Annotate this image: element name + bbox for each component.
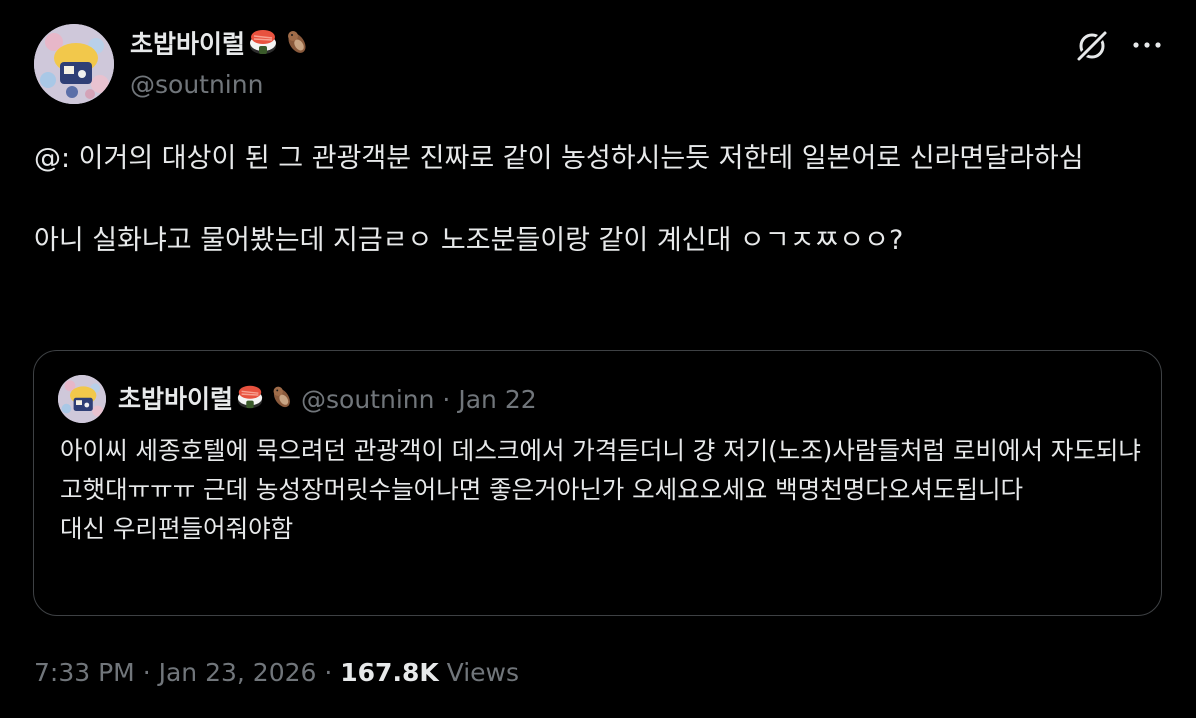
tweet-footer: 7:33 PM · Jan 23, 2026 · 167.8K Views: [34, 656, 519, 690]
quoted-date[interactable]: Jan 22: [458, 385, 536, 414]
quoted-header: 초밥바이럴 @soutninn · Jan 22: [118, 382, 537, 416]
footer-separator: ·: [142, 658, 151, 687]
quoted-display-name[interactable]: 초밥바이럴: [118, 385, 233, 414]
quoted-avatar-image: [58, 375, 106, 423]
avatar-image: [34, 24, 114, 104]
footer-separator: ·: [324, 658, 333, 687]
quoted-text: 아이씨 세종호텔에 묵으려던 관광객이 데스크에서 가격듣더니 걍 저기(노조)…: [60, 436, 1141, 543]
otter-emoji-icon: [267, 382, 295, 419]
avatar[interactable]: [34, 24, 114, 104]
sushi-emoji-icon: [248, 26, 278, 65]
sushi-emoji-icon: [236, 382, 264, 419]
tweet-date[interactable]: Jan 23, 2026: [159, 658, 317, 687]
quoted-tweet[interactable]: 초밥바이럴 @soutninn · Jan 22 아이씨 세종호텔에 묵으려던 관…: [33, 350, 1162, 616]
views-label: Views: [446, 658, 520, 687]
views-count[interactable]: 167.8K: [340, 658, 438, 687]
author-display-name[interactable]: 초밥바이럴: [130, 26, 311, 65]
quoted-handle[interactable]: @soutninn: [301, 385, 434, 414]
author-handle[interactable]: @soutninn: [130, 68, 263, 102]
quoted-avatar[interactable]: [58, 375, 106, 423]
grok-slash-icon[interactable]: [1072, 26, 1112, 66]
more-dots-icon[interactable]: [1128, 30, 1166, 60]
otter-emoji-icon: [281, 26, 311, 65]
quoted-separator: ·: [442, 384, 451, 414]
author-name-text: 초밥바이럴: [130, 29, 246, 59]
tweet-time[interactable]: 7:33 PM: [34, 658, 135, 687]
tweet-card: 초밥바이럴 @soutninn @: 이거의 대상이 된 그 관광객분 진짜로 …: [0, 0, 1196, 718]
tweet-text: @: 이거의 대상이 된 그 관광객분 진짜로 같이 농성하시는듯 저한테 일본…: [34, 143, 1084, 256]
